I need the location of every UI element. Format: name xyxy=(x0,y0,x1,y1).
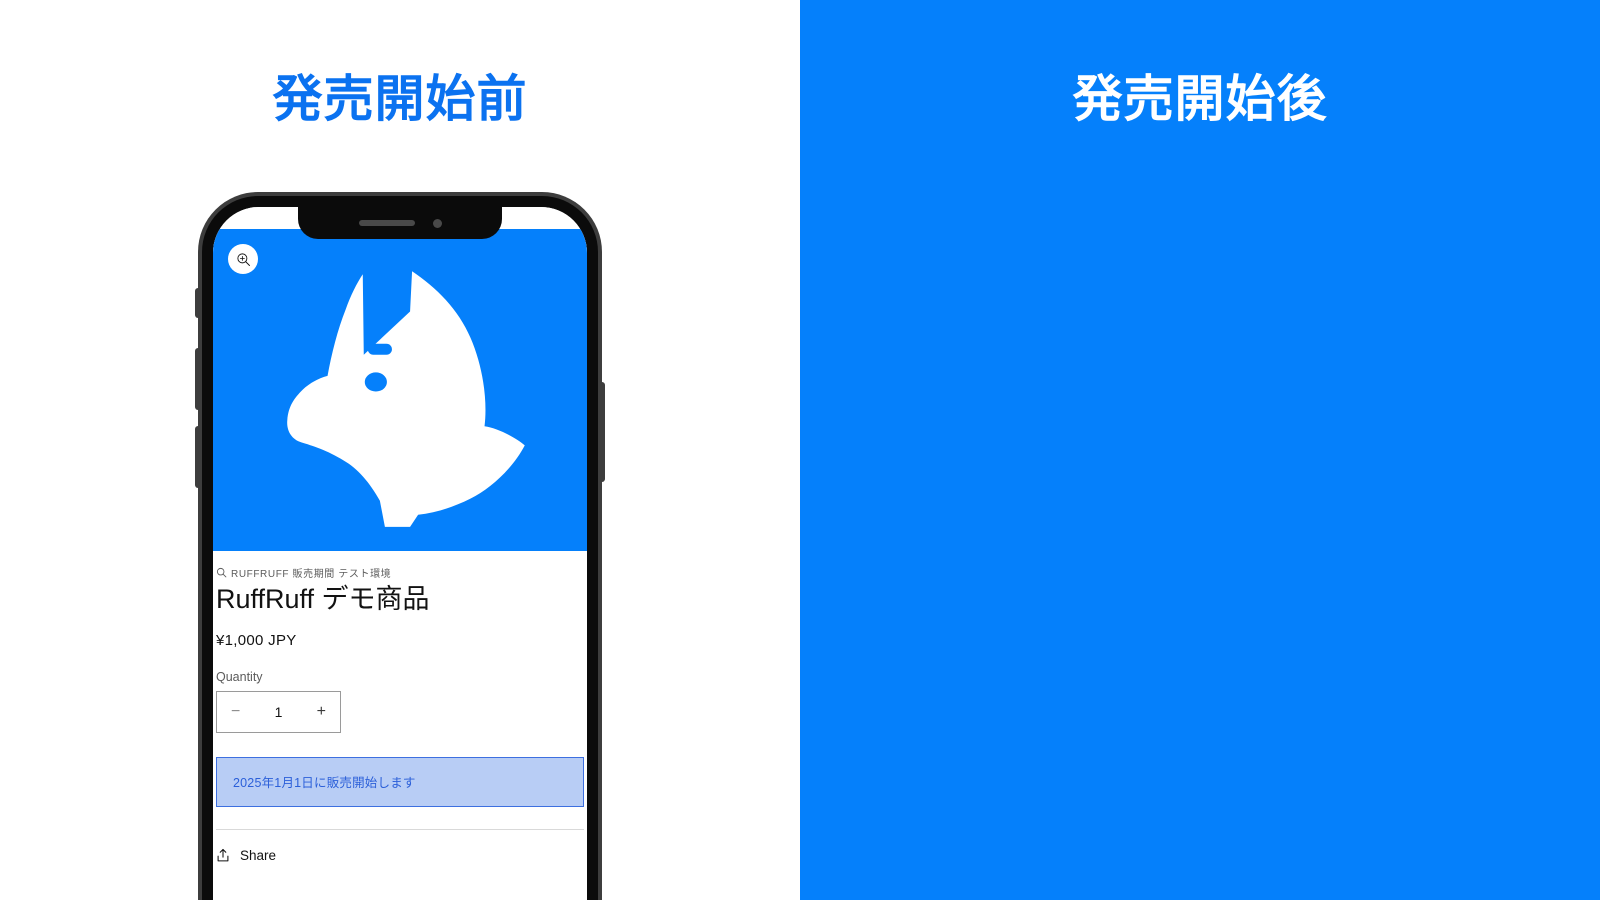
quantity-input[interactable]: 1 xyxy=(275,704,283,720)
product-vendor-before[interactable]: RUFFRUFF 販売期間 テスト環境 xyxy=(216,565,584,580)
phone-power-button[interactable] xyxy=(598,382,605,482)
phone-mockup-before: RUFFRUFF 販売期間 テスト環境 RuffRuff デモ商品 ¥1,000… xyxy=(195,196,605,900)
dog-head-logo-icon xyxy=(287,271,525,527)
product-price-before: ¥1,000 JPY xyxy=(216,631,297,649)
phone-screen-bezel-before: RUFFRUFF 販売期間 テスト環境 RuffRuff デモ商品 ¥1,000… xyxy=(213,207,587,900)
share-upload-icon xyxy=(217,848,229,862)
quantity-decrease-button[interactable]: − xyxy=(231,703,240,720)
front-camera-icon xyxy=(432,218,442,228)
product-image-before[interactable] xyxy=(213,229,587,551)
magnifier-icon xyxy=(216,567,227,578)
share-label: Share xyxy=(240,847,277,863)
panel-after-heading: 発売開始後 xyxy=(1072,71,1328,127)
magnifier-plus-icon xyxy=(236,252,250,266)
sale-start-notice-text: 2025年1月1日に販売開始します xyxy=(233,776,416,791)
phone-mute-switch[interactable] xyxy=(195,288,202,318)
phone-notch xyxy=(298,207,502,239)
earpiece-speaker-icon xyxy=(358,220,415,226)
phone-volume-down-button[interactable] xyxy=(195,426,202,488)
panel-before-launch: 発売開始前 RUFFRUFF 販売期間 テスト環境 RuffRuff デモ商品 … xyxy=(0,0,800,900)
product-title-before: RuffRuff デモ商品 xyxy=(216,584,430,614)
vendor-label: RUFFRUFF 販売期間 テスト環境 xyxy=(231,569,392,580)
quantity-label-before: Quantity xyxy=(216,669,263,684)
zoom-image-button[interactable] xyxy=(228,244,258,274)
phone-volume-up-button[interactable] xyxy=(195,348,202,410)
quantity-increase-button[interactable]: + xyxy=(317,703,326,720)
product-info-before: RUFFRUFF 販売期間 テスト環境 RuffRuff デモ商品 ¥1,000… xyxy=(213,565,587,863)
panel-before-heading: 発売開始前 xyxy=(272,71,528,127)
comparison-stage: 発売開始前 RUFFRUFF 販売期間 テスト環境 RuffRuff デモ商品 … xyxy=(0,0,1600,900)
quantity-stepper-before[interactable]: − 1 + xyxy=(216,690,341,733)
share-button-before[interactable]: Share xyxy=(216,848,584,863)
info-divider-before xyxy=(216,828,584,830)
sale-start-notice: 2025年1月1日に販売開始します xyxy=(216,756,584,807)
product-page-before: RUFFRUFF 販売期間 テスト環境 RuffRuff デモ商品 ¥1,000… xyxy=(213,207,587,900)
panel-after-launch: 発売開始後 xyxy=(800,0,1600,900)
